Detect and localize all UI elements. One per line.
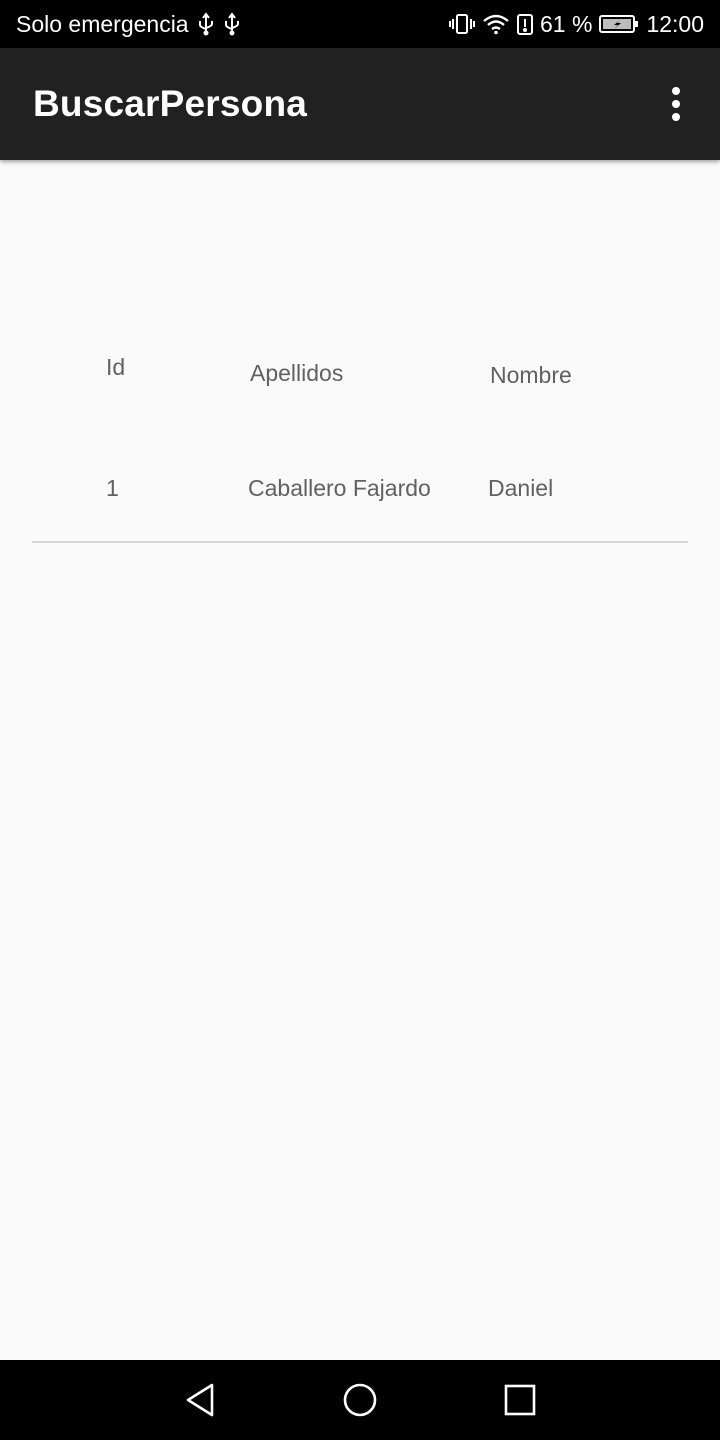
header-id: Id <box>106 354 126 380</box>
row-nombre: Daniel <box>488 475 554 501</box>
wifi-icon <box>482 12 510 36</box>
clock: 12:00 <box>646 10 704 37</box>
results-table: Id Apellidos Nombre 1 Caballero Fajardo … <box>0 160 720 1360</box>
screen: Solo emergencia 61 % 12:00 BuscarPersona… <box>0 0 720 1440</box>
home-button[interactable] <box>330 1376 390 1424</box>
navigation-bar <box>0 1360 720 1440</box>
header-nombre: Nombre <box>490 362 572 388</box>
more-vert-icon <box>672 87 680 121</box>
battery-charging-icon <box>598 12 640 36</box>
row-apellidos: Caballero Fajardo <box>248 475 431 501</box>
overflow-menu-button[interactable] <box>654 74 698 134</box>
usb-icon <box>223 12 241 36</box>
recents-button[interactable] <box>490 1376 550 1424</box>
back-button[interactable] <box>170 1376 230 1424</box>
usb-icon <box>197 12 215 36</box>
back-icon <box>186 1383 214 1417</box>
status-bar: Solo emergencia 61 % 12:00 <box>0 0 720 48</box>
header-apellidos: Apellidos <box>250 360 344 386</box>
app-bar: BuscarPersona <box>0 48 720 160</box>
status-left: Solo emergencia <box>16 11 241 38</box>
carrier-text: Solo emergencia <box>16 10 189 37</box>
battery-percent: 61 % <box>540 10 593 37</box>
status-right: 61 % 12:00 <box>448 11 704 38</box>
row-id: 1 <box>106 475 119 501</box>
home-icon <box>343 1383 377 1417</box>
row-divider <box>32 541 688 543</box>
recents-icon <box>504 1384 536 1416</box>
battery-alert-icon <box>516 12 534 36</box>
app-title: BuscarPersona <box>33 83 308 124</box>
vibrate-icon <box>448 12 476 36</box>
